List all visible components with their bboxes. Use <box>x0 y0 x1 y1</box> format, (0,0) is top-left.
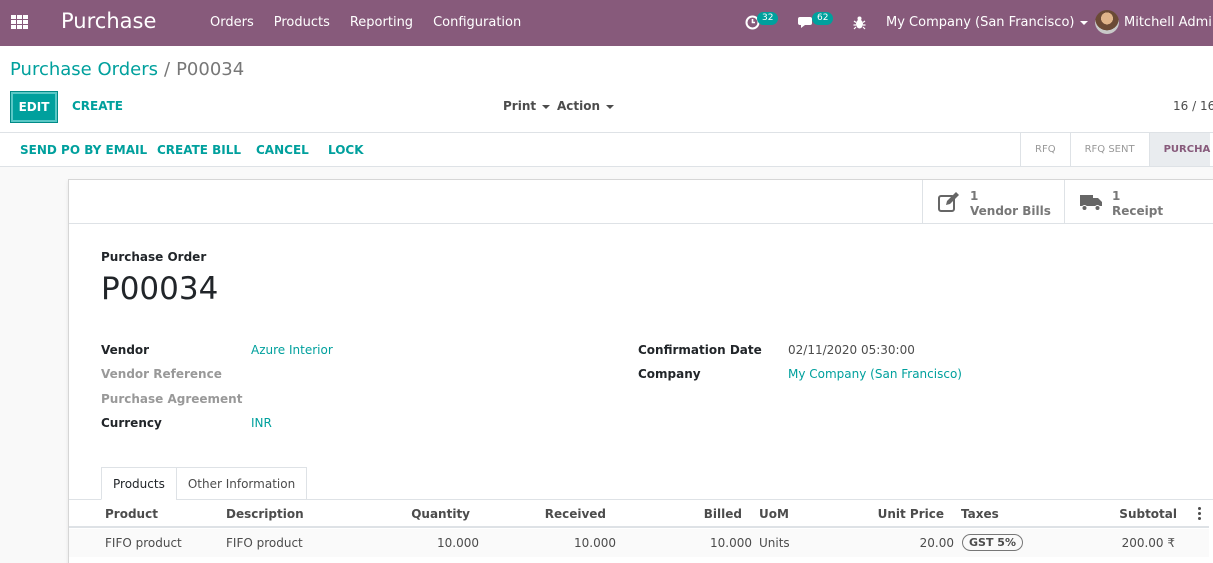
app-brand[interactable]: Purchase <box>61 9 156 33</box>
form-sheet: 1 Vendor Bills 1 Receipt Purchase Order … <box>68 179 1213 563</box>
table-header: Product Description Quantity Received Bi… <box>69 500 1209 528</box>
cancel-button[interactable]: CANCEL <box>256 143 309 157</box>
chevron-down-icon <box>1080 20 1089 25</box>
truck-icon <box>1080 195 1102 211</box>
vendor-value[interactable]: Azure Interior <box>251 343 333 357</box>
tax-tag: GST 5% <box>962 534 1023 551</box>
col-subtotal[interactable]: Subtotal <box>1097 507 1177 521</box>
cell-uom: Units <box>759 536 790 550</box>
edit-button[interactable]: EDIT <box>10 91 58 123</box>
menu-configuration[interactable]: Configuration <box>423 15 531 30</box>
vendor-reference-label: Vendor Reference <box>101 367 222 381</box>
col-received[interactable]: Received <box>526 507 606 521</box>
user-avatar[interactable] <box>1095 10 1119 34</box>
cell-unit-price: 20.00 <box>919 536 954 550</box>
col-description[interactable]: Description <box>226 507 304 521</box>
print-dropdown[interactable]: Print <box>503 99 551 113</box>
cell-billed: 10.000 <box>710 536 752 550</box>
vendor-bills-count: 1 <box>970 189 979 203</box>
col-billed[interactable]: Billed <box>662 507 742 521</box>
breadcrumb-parent[interactable]: Purchase Orders <box>10 59 158 80</box>
send-po-email-button[interactable]: SEND PO BY EMAIL <box>20 143 147 157</box>
stage-purchase-order[interactable]: PURCHA <box>1148 133 1211 166</box>
vendor-bills-label: Vendor Bills <box>970 204 1051 218</box>
vendor-bills-stat: 1 Vendor Bills <box>970 189 1051 219</box>
table-row[interactable]: FIFO product FIFO product 10.000 10.000 … <box>69 529 1209 557</box>
tab-products[interactable]: Products <box>101 467 177 500</box>
main-menu: Orders Products Reporting Configuration <box>200 15 531 30</box>
create-bill-button[interactable]: CREATE BILL <box>157 143 241 157</box>
receipt-stat: 1 Receipt <box>1112 189 1163 219</box>
breadcrumb-current: P00034 <box>176 59 245 80</box>
chevron-down-icon <box>542 104 551 109</box>
document-name: P00034 <box>101 271 219 307</box>
cell-subtotal: 200.00 ₹ <box>1121 536 1175 550</box>
apps-grid-icon[interactable] <box>11 15 28 29</box>
stage-pipeline: RFQ RFQ SENT PURCHA <box>1020 133 1211 166</box>
menu-products[interactable]: Products <box>264 15 340 30</box>
company-switcher-label: My Company (San Francisco) <box>886 15 1075 30</box>
top-navbar: Purchase Orders Products Reporting Confi… <box>0 0 1213 46</box>
lock-button[interactable]: LOCK <box>328 143 364 157</box>
action-label: Action <box>557 99 601 113</box>
currency-value[interactable]: INR <box>251 416 272 430</box>
user-menu[interactable]: Mitchell Admin <box>1124 15 1213 30</box>
menu-orders[interactable]: Orders <box>200 15 264 30</box>
pager-value[interactable]: 16 / 16 <box>1173 99 1213 113</box>
messages-badge: 62 <box>812 12 834 25</box>
breadcrumb: Purchase Orders / P00034 <box>10 59 244 80</box>
company-label: Company <box>638 367 701 381</box>
col-product[interactable]: Product <box>105 507 158 521</box>
col-uom[interactable]: UoM <box>759 507 789 521</box>
col-taxes[interactable]: Taxes <box>961 507 999 521</box>
cell-quantity: 10.000 <box>437 536 479 550</box>
stage-rfq[interactable]: RFQ <box>1020 133 1070 166</box>
receipt-label: Receipt <box>1112 204 1164 218</box>
tab-other-information[interactable]: Other Information <box>175 467 308 500</box>
chevron-down-icon <box>606 104 615 109</box>
notebook-tabs: Products Other Information <box>101 467 308 500</box>
activity-badge: 32 <box>757 12 779 25</box>
vendor-bills-smart-button[interactable]: 1 Vendor Bills <box>922 180 1064 224</box>
confirmation-date-value: 02/11/2020 05:30:00 <box>788 343 915 357</box>
company-value[interactable]: My Company (San Francisco) <box>788 367 962 381</box>
menu-reporting[interactable]: Reporting <box>340 15 423 30</box>
receipt-count: 1 <box>1112 189 1121 203</box>
breadcrumb-separator: / <box>164 59 171 80</box>
pencil-square-icon <box>938 192 959 212</box>
cell-description: FIFO product <box>226 536 303 550</box>
stage-rfq-sent[interactable]: RFQ SENT <box>1069 133 1149 166</box>
receipt-smart-button[interactable]: 1 Receipt <box>1064 180 1206 224</box>
status-bar: SEND PO BY EMAIL CREATE BILL CANCEL LOCK… <box>0 133 1213 167</box>
cell-received: 10.000 <box>574 536 616 550</box>
col-unit-price[interactable]: Unit Price <box>864 507 944 521</box>
create-button[interactable]: CREATE <box>72 99 123 113</box>
col-quantity[interactable]: Quantity <box>389 507 470 521</box>
purchase-agreement-label: Purchase Agreement <box>101 392 243 406</box>
company-switcher[interactable]: My Company (San Francisco) <box>886 15 1089 30</box>
document-type-label: Purchase Order <box>101 250 207 264</box>
print-label: Print <box>503 99 537 113</box>
debug-bug-icon[interactable] <box>853 15 866 30</box>
currency-label: Currency <box>101 416 162 430</box>
confirmation-date-label: Confirmation Date <box>638 343 762 357</box>
action-dropdown[interactable]: Action <box>557 99 615 113</box>
vendor-label: Vendor <box>101 343 150 357</box>
smart-button-box: 1 Vendor Bills 1 Receipt <box>69 180 1213 224</box>
cell-product: FIFO product <box>105 536 182 550</box>
column-options-icon[interactable] <box>1198 507 1202 521</box>
control-panel: Purchase Orders / P00034 EDIT CREATE Print… <box>0 46 1213 133</box>
